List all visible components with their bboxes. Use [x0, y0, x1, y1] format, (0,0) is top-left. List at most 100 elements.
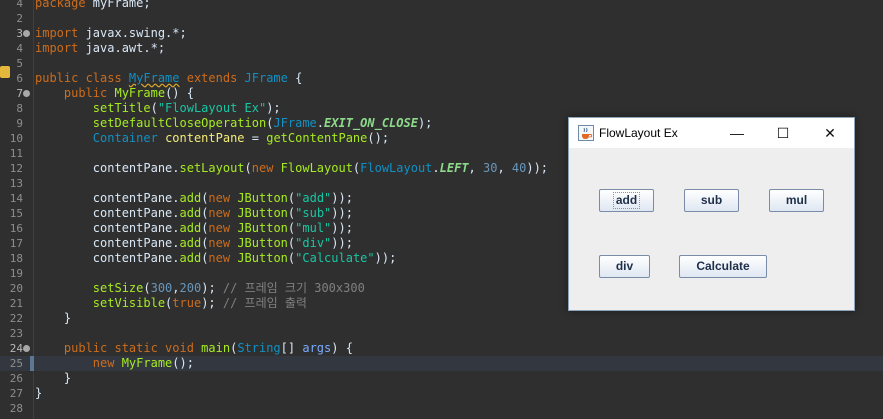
code-token: contentPane. [35, 161, 180, 175]
code-token: true [172, 296, 202, 310]
code-token: ( [244, 161, 252, 175]
line-number: 9 [16, 117, 23, 130]
code-text: new MyFrame(); [35, 356, 194, 371]
code-line[interactable]: 3 import javax.swing.*; [0, 26, 883, 41]
code-line[interactable]: 22 } [0, 311, 883, 326]
code-line[interactable]: 24 public static void main(String[] args… [0, 341, 883, 356]
code-line[interactable]: 25 new MyFrame(); [0, 356, 883, 371]
code-text: setVisible(true); // 프레임 출력 [35, 296, 307, 311]
code-token: setVisible [92, 296, 166, 310]
current-line-marker [30, 356, 34, 371]
code-token: add [179, 221, 202, 235]
code-token: "FlowLayout Ex" [157, 101, 267, 115]
line-number: 13 [9, 177, 23, 190]
code-token: args [302, 341, 332, 355]
code-token: ); [201, 281, 223, 295]
code-line[interactable]: 23 [0, 326, 883, 341]
line-number: 12 [9, 162, 23, 175]
line-number: 24 [9, 342, 23, 355]
code-token: 200 [179, 281, 202, 295]
add-button[interactable]: add [599, 189, 654, 212]
code-token: myFrame; [92, 0, 151, 10]
code-token: } [35, 386, 43, 400]
minimize-button[interactable]: — [714, 118, 760, 148]
code-text: contentPane.setLayout(new FlowLayout(Flo… [35, 161, 548, 176]
code-token: JButton [237, 206, 288, 220]
code-line[interactable]: 4 import java.awt.*; [0, 41, 883, 56]
code-token: // 프레임 출력 [222, 296, 307, 310]
code-text: public static void main(String[] args) { [35, 341, 353, 356]
code-token: new [251, 161, 281, 175]
code-line[interactable]: 4 package myFrame; [0, 0, 883, 11]
code-token: 30 [483, 161, 498, 175]
code-token: () { [165, 86, 194, 100]
code-token: import [35, 26, 86, 40]
code-line[interactable]: 28 [0, 401, 883, 416]
fold-collapse-icon[interactable] [23, 90, 30, 97]
code-token: } [35, 311, 72, 325]
code-token: . [316, 116, 325, 130]
code-line[interactable]: 7 public MyFrame() { [0, 86, 883, 101]
code-text: } [35, 371, 71, 386]
close-button[interactable]: ✕ [807, 118, 853, 148]
code-text: contentPane.add(new JButton("mul")); [35, 221, 353, 236]
code-text: contentPane.add(new JButton("div")); [35, 236, 353, 251]
fold-collapse-icon[interactable] [23, 30, 30, 37]
code-token: MyFrame [114, 86, 166, 100]
code-token: public class [35, 71, 129, 85]
maximize-button[interactable]: ☐ [760, 118, 806, 148]
line-number: 19 [9, 267, 23, 280]
code-token: )); [526, 161, 549, 175]
code-token: new [208, 236, 238, 250]
code-token: setLayout [179, 161, 245, 175]
code-line[interactable]: 26 } [0, 371, 883, 386]
flowlayout-window[interactable]: FlowLayout Ex — ☐ ✕ add sub mul div Calc… [568, 117, 855, 311]
code-token: = [244, 131, 267, 145]
code-text: public MyFrame() { [35, 86, 194, 101]
calculate-button[interactable]: Calculate [679, 255, 767, 278]
mul-button[interactable]: mul [769, 189, 824, 212]
close-icon: ✕ [824, 125, 836, 141]
window-titlebar[interactable]: FlowLayout Ex — ☐ ✕ [569, 118, 854, 148]
code-line[interactable]: 27} [0, 386, 883, 401]
code-token: String [237, 341, 281, 355]
code-token: ( [150, 101, 158, 115]
line-number: 4 [16, 0, 23, 10]
code-token: MyFrame [121, 356, 173, 370]
line-number: 27 [9, 387, 23, 400]
line-number: 20 [9, 282, 23, 295]
code-token: "Calculate" [295, 251, 375, 265]
code-token: add [179, 191, 202, 205]
code-token: 300 [150, 281, 173, 295]
code-token: "mul" [295, 221, 332, 235]
code-token: // 프레임 크기 300x300 [222, 281, 365, 295]
code-token: extends [179, 71, 245, 85]
code-token: FlowLayout [280, 161, 353, 175]
code-token: contentPane. [35, 236, 180, 250]
code-token: contentPane. [35, 251, 180, 265]
code-token: setDefaultCloseOperation [92, 116, 267, 130]
code-token: "div" [295, 236, 332, 250]
code-token: JButton [237, 191, 288, 205]
code-text: contentPane.add(new JButton("sub")); [35, 206, 353, 221]
code-token: )); [374, 251, 397, 265]
line-number: 14 [9, 192, 23, 205]
line-number: 10 [9, 132, 23, 145]
code-token: ) { [331, 341, 353, 355]
line-number: 11 [9, 147, 23, 160]
code-token: , [468, 161, 483, 175]
code-line[interactable]: 6 public class MyFrame extends JFrame { [0, 71, 883, 86]
line-number: 4 [16, 42, 23, 55]
code-line[interactable]: 5 [0, 56, 883, 71]
sub-button[interactable]: sub [684, 189, 739, 212]
code-token: } [35, 371, 72, 385]
code-line[interactable]: 8 setTitle("FlowLayout Ex"); [0, 101, 883, 116]
code-line[interactable]: 2 [0, 11, 883, 26]
code-token: 40 [511, 161, 527, 175]
div-button[interactable]: div [599, 255, 650, 278]
code-token: Container [92, 131, 158, 145]
fold-collapse-icon[interactable] [23, 345, 30, 352]
code-token: getContentPane [266, 131, 368, 145]
line-number: 6 [16, 72, 23, 85]
code-token: "add" [295, 191, 332, 205]
